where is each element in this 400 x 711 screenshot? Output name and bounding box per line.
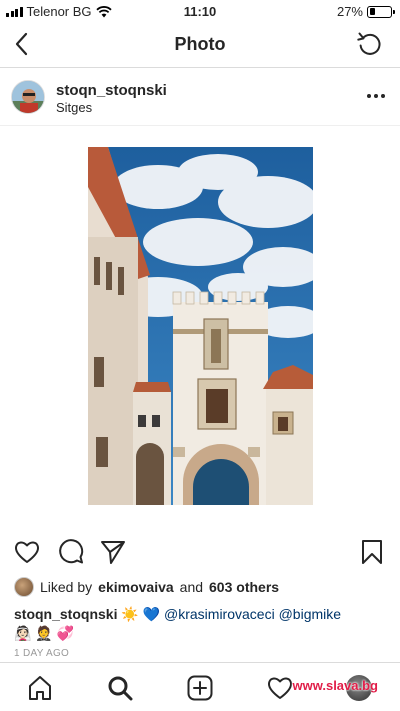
caption-emojis-line2: 👰🏻 🤵 💞 bbox=[14, 625, 75, 641]
watermark: www.slava.bg bbox=[292, 678, 379, 693]
search-icon[interactable] bbox=[106, 674, 134, 702]
page-title: Photo bbox=[174, 34, 226, 54]
likes-prefix: Liked by bbox=[40, 579, 93, 595]
refresh-icon[interactable] bbox=[356, 30, 384, 58]
caption-mentions[interactable]: @krasimirovaceci @bigmike bbox=[164, 606, 341, 622]
tab-bar: www.slava.bg bbox=[0, 662, 400, 711]
post-timestamp: 1 DAY AGO bbox=[14, 648, 70, 659]
activity-heart-icon[interactable] bbox=[266, 674, 294, 702]
likes-others[interactable]: 603 others bbox=[209, 579, 279, 595]
liker-avatar[interactable] bbox=[14, 577, 34, 597]
bookmark-icon[interactable] bbox=[358, 538, 386, 566]
comment-icon[interactable] bbox=[57, 538, 85, 566]
avatar[interactable] bbox=[11, 80, 45, 114]
nav-bar: Photo bbox=[0, 22, 400, 68]
battery-percent: 27% bbox=[336, 4, 363, 19]
post-caption: stoqn_stoqnski ☀️ 💙 @krasimirovaceci @bi… bbox=[14, 605, 389, 643]
new-post-icon[interactable] bbox=[186, 674, 214, 702]
home-icon[interactable] bbox=[26, 674, 54, 702]
post-location[interactable]: Sitges bbox=[56, 100, 92, 115]
post-photo[interactable] bbox=[88, 147, 313, 505]
share-icon[interactable] bbox=[99, 538, 127, 566]
caption-emojis: ☀️ 💙 bbox=[121, 606, 161, 622]
post-actions bbox=[0, 535, 400, 569]
likes-line: Liked by ekimovaiva and 603 others bbox=[14, 577, 279, 597]
post-username[interactable]: stoqn_stoqnski bbox=[56, 82, 167, 99]
status-bar: Telenor BG 11:10 27% bbox=[0, 0, 400, 22]
post-header: stoqn_stoqnski Sitges bbox=[0, 68, 400, 126]
heart-icon[interactable] bbox=[13, 538, 41, 566]
caption-username[interactable]: stoqn_stoqnski bbox=[14, 606, 117, 622]
status-right: 27% bbox=[336, 4, 395, 19]
more-icon[interactable] bbox=[366, 86, 386, 106]
battery-icon bbox=[367, 5, 395, 18]
liker-name[interactable]: ekimovaiva bbox=[98, 579, 174, 595]
likes-conjunction: and bbox=[179, 579, 204, 595]
